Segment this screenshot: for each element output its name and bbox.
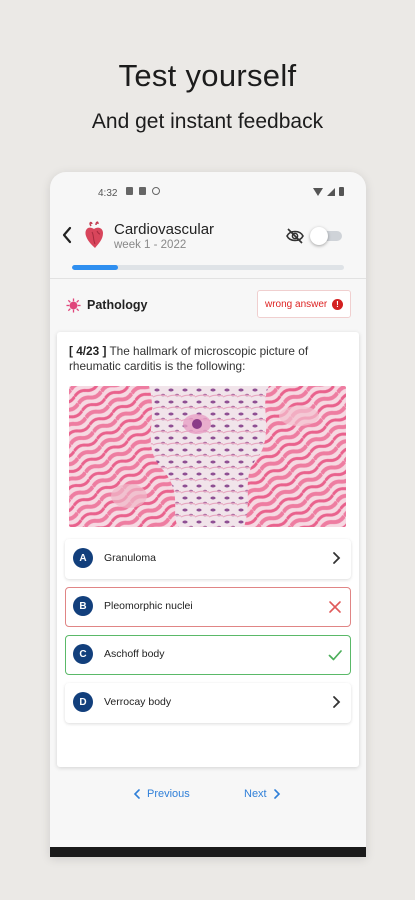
- question-card: [ 4/23 ] The hallmark of microscopic pic…: [57, 332, 359, 767]
- check-icon: [328, 650, 342, 661]
- eye-off-icon[interactable]: [285, 227, 305, 245]
- option-text: Granuloma: [104, 552, 156, 564]
- option-letter-badge: C: [73, 644, 93, 664]
- app-bar: Cardiovascular week 1 - 2022: [50, 212, 366, 262]
- deck-subtitle: week 1 - 2022: [114, 239, 187, 251]
- status-system-icons: [313, 187, 344, 196]
- heart-organ-icon: [85, 221, 103, 248]
- histology-image: [69, 386, 346, 527]
- header-divider: [50, 278, 366, 279]
- option-letter-badge: B: [73, 596, 93, 616]
- status-bar: 4:32: [50, 172, 366, 206]
- option-text: Pleomorphic nuclei: [104, 600, 193, 612]
- chevron-right-icon: [333, 552, 341, 564]
- battery-icon: [339, 187, 344, 196]
- answer-option-a[interactable]: A Granuloma: [65, 539, 351, 579]
- alert-icon: !: [332, 299, 343, 310]
- back-arrow-icon[interactable]: [60, 224, 74, 246]
- toggle-knob: [310, 227, 328, 245]
- wrong-answer-label: wrong answer: [265, 298, 328, 310]
- phone-frame: 4:32 Cardiovascular week 1 - 2022 Pathol…: [50, 172, 366, 857]
- sync-icon: [152, 187, 160, 195]
- deck-title: Cardiovascular: [114, 221, 215, 238]
- wifi-icon: [313, 187, 323, 196]
- promo-title: Test yourself: [118, 58, 297, 93]
- answer-option-b[interactable]: B Pleomorphic nuclei: [65, 587, 351, 627]
- option-letter-badge: D: [73, 692, 93, 712]
- close-icon: [329, 601, 341, 613]
- promo-subtitle: And get instant feedback: [91, 110, 324, 133]
- category-label: Pathology: [87, 298, 148, 312]
- sd-card-icon: [139, 187, 146, 195]
- notification-icon: [126, 187, 133, 195]
- chevron-right-icon: [273, 789, 280, 799]
- chevron-right-icon: [333, 696, 341, 708]
- option-letter-badge: A: [73, 548, 93, 568]
- option-text: Aschoff body: [104, 648, 165, 660]
- previous-button[interactable]: Previous: [133, 788, 190, 800]
- status-time: 4:32: [98, 188, 118, 199]
- previous-label: Previous: [147, 788, 190, 800]
- chevron-left-icon: [133, 789, 140, 799]
- next-button[interactable]: Next: [244, 788, 281, 800]
- virus-icon: [66, 298, 81, 313]
- reveal-toggle[interactable]: [310, 227, 342, 245]
- wrong-answer-button[interactable]: wrong answer !: [257, 290, 351, 318]
- quiz-progress-fill: [72, 265, 119, 270]
- answer-option-c[interactable]: C Aschoff body: [65, 635, 351, 675]
- question-number: [ 4/23 ]: [69, 344, 107, 358]
- signal-icon: [327, 187, 335, 196]
- category-row: Pathology wrong answer !: [50, 288, 366, 324]
- status-notification-icons: [126, 187, 160, 195]
- next-label: Next: [244, 788, 267, 800]
- answer-option-d[interactable]: D Verrocay body: [65, 683, 351, 723]
- question-text: [ 4/23 ] The hallmark of microscopic pic…: [69, 344, 347, 374]
- option-text: Verrocay body: [104, 696, 172, 708]
- quiz-progress-bar: [72, 265, 344, 270]
